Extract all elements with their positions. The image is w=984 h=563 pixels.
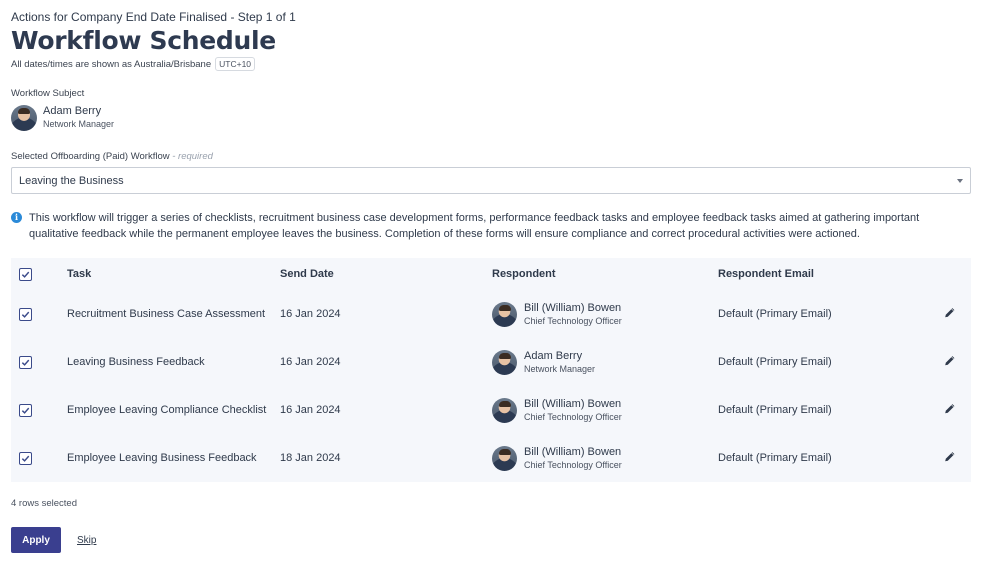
check-icon [21, 311, 30, 318]
workflow-subject-label: Workflow Subject [11, 88, 85, 99]
table-row: Leaving Business Feedback 16 Jan 2024 Ad… [11, 338, 971, 386]
table-row: Employee Leaving Compliance Checklist 16… [11, 386, 971, 434]
respondent-name: Bill (William) Bowen [524, 301, 622, 314]
timezone-badge: UTC+10 [215, 57, 256, 71]
respondent-name: Bill (William) Bowen [524, 445, 622, 458]
info-icon: i [11, 212, 22, 223]
select-all-cell [11, 267, 67, 281]
workflow-select-label-text: Selected Offboarding (Paid) Workflow [11, 151, 170, 162]
respondent: Bill (William) Bowen Chief Technology Of… [492, 301, 718, 328]
table-header-row: Task Send Date Respondent Respondent Ema… [11, 258, 971, 290]
task-name: Employee Leaving Compliance Checklist [67, 404, 267, 416]
page-title: Workflow Schedule [11, 26, 276, 55]
respondent-name: Bill (William) Bowen [524, 397, 622, 410]
info-text: This workflow will trigger a series of c… [29, 212, 920, 240]
header-send-date[interactable]: Send Date [280, 268, 492, 280]
row-check-cell [11, 307, 67, 321]
workflow-select[interactable]: Leaving the Business [11, 167, 971, 194]
row-check-cell [11, 403, 67, 417]
row-check-cell [11, 451, 67, 465]
subject-name: Adam Berry [43, 105, 102, 117]
send-date: 16 Jan 2024 [280, 404, 341, 416]
respondent: Bill (William) Bowen Chief Technology Of… [492, 397, 718, 424]
breadcrumb: Actions for Company End Date Finalised -… [11, 10, 296, 24]
avatar [492, 301, 517, 327]
apply-button[interactable]: Apply [11, 527, 61, 553]
timezone-note: All dates/times are shown as Australia/B… [11, 57, 256, 71]
check-icon [21, 407, 30, 414]
row-checkbox[interactable] [19, 355, 32, 369]
row-check-cell [11, 355, 67, 369]
row-checkbox[interactable] [19, 451, 32, 465]
row-checkbox[interactable] [19, 403, 32, 417]
task-name: Employee Leaving Business Feedback [67, 452, 257, 464]
avatar [492, 397, 517, 423]
task-name: Recruitment Business Case Assessment [67, 308, 266, 320]
respondent: Adam Berry Network Manager [492, 349, 718, 376]
table-row: Recruitment Business Case Assessment 16 … [11, 290, 971, 338]
respondent-email: Default (Primary Email) [718, 308, 832, 320]
timezone-text: All dates/times are shown as Australia/B… [11, 58, 212, 70]
send-date: 16 Jan 2024 [280, 308, 341, 320]
respondent-email: Default (Primary Email) [718, 356, 832, 368]
rows-selected-count: 4 rows selected [11, 498, 78, 509]
workflow-select-value: Leaving the Business [19, 174, 124, 187]
info-message: i This workflow will trigger a series of… [11, 210, 971, 242]
header-task[interactable]: Task [67, 266, 280, 282]
header-respondent-email[interactable]: Respondent Email [718, 268, 918, 280]
check-icon [21, 271, 30, 278]
skip-link[interactable]: Skip [77, 535, 96, 546]
select-all-checkbox[interactable] [19, 267, 32, 281]
pencil-icon[interactable] [944, 355, 956, 370]
pencil-icon[interactable] [944, 451, 956, 466]
header-respondent[interactable]: Respondent [492, 268, 718, 280]
row-checkbox[interactable] [19, 307, 32, 321]
avatar [492, 445, 517, 471]
task-name: Leaving Business Feedback [67, 356, 205, 368]
respondent-email: Default (Primary Email) [718, 452, 832, 464]
subject-title: Network Manager [43, 119, 115, 129]
workflow-select-label: Selected Offboarding (Paid) Workflow - r… [11, 151, 213, 162]
required-note: - required [172, 151, 213, 162]
respondent-title: Chief Technology Officer [524, 459, 622, 470]
check-icon [21, 359, 30, 366]
respondent-title: Network Manager [524, 363, 596, 374]
workflow-subject: Adam Berry Network Manager [11, 104, 114, 131]
check-icon [21, 455, 30, 462]
respondent-title: Chief Technology Officer [524, 411, 622, 422]
respondent-name: Adam Berry [524, 349, 583, 362]
avatar [11, 104, 37, 131]
chevron-down-icon [957, 179, 963, 183]
task-table: Task Send Date Respondent Respondent Ema… [11, 258, 971, 482]
table-row: Employee Leaving Business Feedback 18 Ja… [11, 434, 971, 482]
respondent-title: Chief Technology Officer [524, 315, 622, 326]
respondent: Bill (William) Bowen Chief Technology Of… [492, 445, 718, 472]
send-date: 16 Jan 2024 [280, 356, 341, 368]
pencil-icon[interactable] [944, 403, 956, 418]
send-date: 18 Jan 2024 [280, 452, 341, 464]
avatar [492, 349, 517, 375]
pencil-icon[interactable] [944, 307, 956, 322]
respondent-email: Default (Primary Email) [718, 404, 832, 416]
